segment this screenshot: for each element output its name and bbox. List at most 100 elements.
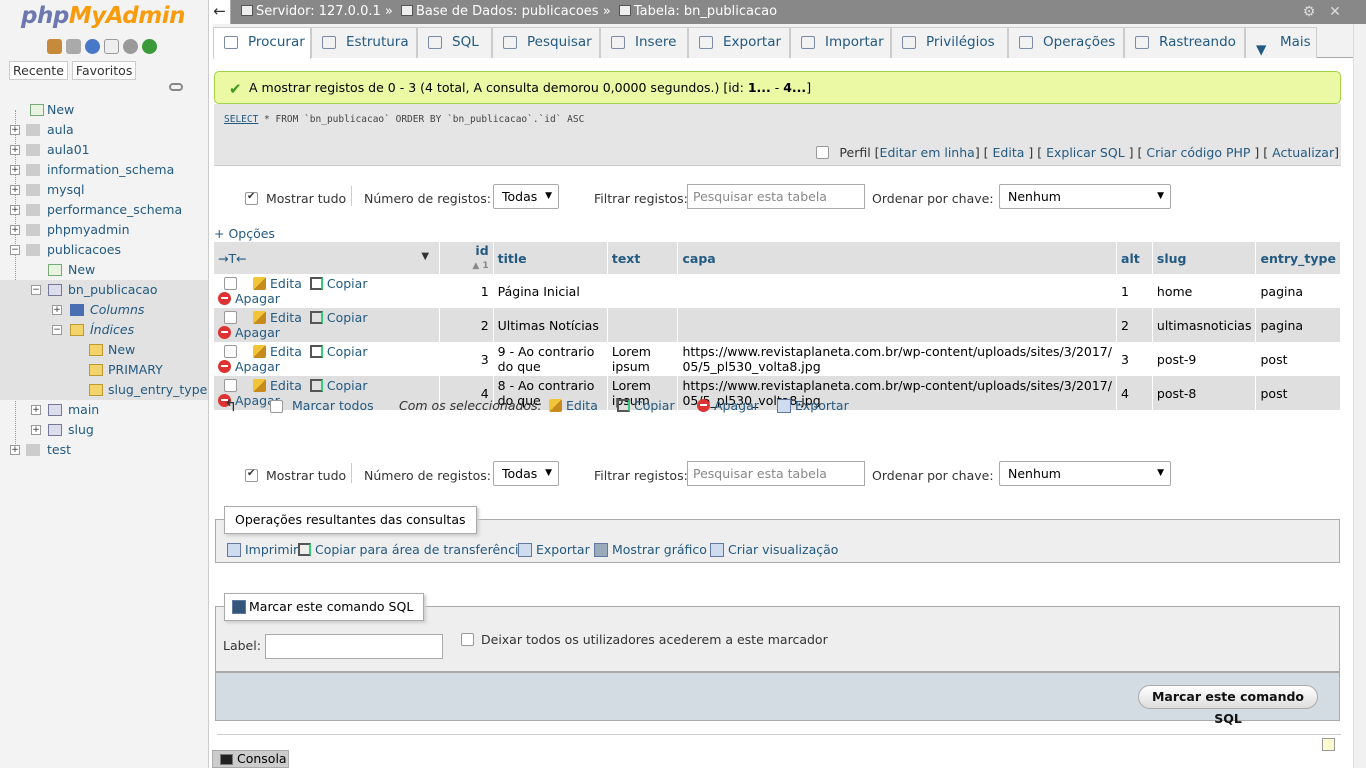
cell-slug[interactable]: post-9 [1152, 342, 1257, 376]
mark-all-label[interactable]: Marcar todos [292, 398, 374, 413]
tree-index-primary[interactable]: PRIMARY [0, 360, 208, 380]
explain-sql-link[interactable]: Explicar SQL [1046, 145, 1125, 160]
print-link[interactable]: Imprimir [227, 542, 298, 557]
show-all-checkbox[interactable] [245, 191, 258, 205]
show-all-checkbox[interactable] [245, 468, 258, 482]
cell-text[interactable] [607, 308, 679, 342]
help-icon[interactable] [85, 39, 100, 54]
tree-indexes[interactable]: − Índices [0, 320, 208, 340]
breadcrumb-table[interactable]: Tabela: bn_publicacao [634, 4, 777, 19]
bookmark-submit-button[interactable]: Marcar este comando SQL [1138, 685, 1318, 726]
row-checkbox[interactable] [224, 345, 237, 358]
tree-db-test[interactable]: + test [0, 440, 208, 460]
cell-text[interactable] [607, 274, 679, 308]
tree-table-main[interactable]: + main [0, 400, 208, 420]
tab-operations[interactable]: Operações [1008, 27, 1124, 58]
collapse-nav-button[interactable]: ← [209, 0, 231, 24]
create-php-code-link[interactable]: Criar código PHP [1146, 145, 1250, 160]
copy-row-button[interactable]: Copiar [309, 276, 367, 291]
settings-icon[interactable] [123, 39, 138, 54]
bookmark-label-input[interactable] [265, 634, 443, 659]
tab-insert[interactable]: Insere [600, 27, 688, 58]
tree-publicacoes-new-table[interactable]: New [0, 260, 208, 280]
cell-title[interactable]: Página Inicial [493, 274, 608, 308]
tree-db-aula[interactable]: + aula [0, 120, 208, 140]
header-text[interactable]: text [607, 242, 679, 274]
header-entry-type[interactable]: entry_type [1255, 242, 1341, 274]
cell-text[interactable]: Lorem ipsum [607, 342, 679, 376]
vertical-scrollbar[interactable] [1353, 24, 1366, 768]
edit-row-button[interactable]: Edita [253, 310, 302, 325]
cell-alt[interactable]: 1 [1116, 274, 1153, 308]
phpmyadmin-logo[interactable]: phpMyAdmin [21, 3, 185, 29]
edit-row-button[interactable]: Edita [253, 276, 302, 291]
edit-inline-link[interactable]: Editar em linha [880, 145, 975, 160]
refresh-link[interactable]: Actualizar [1272, 145, 1334, 160]
num-records-select[interactable]: Todas ▼ [493, 461, 559, 486]
gear-icon[interactable]: ⚙ [1301, 4, 1317, 20]
tab-browse[interactable]: Procurar [213, 27, 311, 59]
row-checkbox[interactable] [224, 311, 237, 324]
cell-entry-type[interactable]: pagina [1255, 274, 1341, 308]
export-link[interactable]: Exportar [518, 542, 590, 557]
create-view-link[interactable]: Criar visualização [710, 542, 838, 557]
cell-id[interactable]: 1 [439, 274, 494, 308]
console-button[interactable]: Consola [212, 750, 289, 768]
cell-capa[interactable] [677, 308, 1118, 342]
tree-db-aula01[interactable]: + aula01 [0, 140, 208, 160]
delete-row-button[interactable]: Apagar [218, 359, 280, 374]
tab-privileges[interactable]: Privilégios [891, 27, 1008, 58]
notepad-icon[interactable] [1322, 738, 1335, 751]
breadcrumb-server[interactable]: Servidor: 127.0.0.1 » [256, 4, 393, 19]
header-alt[interactable]: alt [1116, 242, 1153, 274]
chevron-down-icon[interactable]: ▼ [421, 251, 429, 262]
header-title[interactable]: title [493, 242, 608, 274]
copy-row-button[interactable]: Copiar [309, 378, 367, 393]
edit-row-button[interactable]: Edita [253, 378, 302, 393]
recent-button[interactable]: Recente [9, 61, 68, 80]
order-by-select[interactable]: Nenhum ▼ [999, 184, 1171, 209]
link-icon[interactable] [169, 83, 183, 91]
filter-input[interactable]: Pesquisar esta tabela [687, 461, 865, 486]
sql-query-text[interactable]: SELECT * FROM `bn_publicacao` ORDER BY `… [224, 114, 584, 125]
edit-sql-link[interactable]: Edita [993, 145, 1025, 160]
delete-row-button[interactable]: Apagar [218, 325, 280, 340]
delete-row-button[interactable]: Apagar [218, 291, 280, 306]
tab-export[interactable]: Exportar [688, 27, 790, 58]
cell-entry-type[interactable]: post [1255, 342, 1341, 376]
row-checkbox[interactable] [224, 277, 237, 290]
cell-title[interactable]: 9 - Ao contrario do que [493, 342, 608, 376]
bulk-delete-button[interactable]: Apagar [697, 398, 759, 413]
cell-title[interactable]: Ultimas Notícias [493, 308, 608, 342]
row-checkbox[interactable] [224, 379, 237, 392]
cell-alt[interactable]: 3 [1116, 342, 1153, 376]
tab-structure[interactable]: Estrutura [311, 27, 417, 58]
copy-to-clipboard-link[interactable]: Copiar para área de transferência [298, 542, 526, 557]
profiling-checkbox[interactable] [816, 146, 830, 159]
cell-capa[interactable] [677, 274, 1118, 308]
tab-more[interactable]: ▼ Mais [1245, 27, 1317, 58]
header-id[interactable]: id ▲ 1 [439, 242, 494, 274]
options-link[interactable]: + Opções [214, 226, 275, 241]
favorites-button[interactable]: Favoritos [71, 61, 137, 80]
tree-new-database[interactable]: New [0, 100, 208, 120]
tree-index-slug-entry-type[interactable]: slug_entry_type [0, 380, 208, 400]
cell-slug[interactable]: ultimasnoticias [1152, 308, 1257, 342]
copy-row-button[interactable]: Copiar [309, 310, 367, 325]
tab-tracking[interactable]: Rastreando [1124, 27, 1245, 58]
cell-id[interactable]: 2 [439, 308, 494, 342]
edit-row-button[interactable]: Edita [253, 344, 302, 359]
cell-slug[interactable]: home [1152, 274, 1257, 308]
tree-db-performance-schema[interactable]: + performance_schema [0, 200, 208, 220]
bulk-export-button[interactable]: Exportar [777, 398, 849, 413]
cell-id[interactable]: 3 [439, 342, 494, 376]
close-icon[interactable]: ✕ [1327, 4, 1343, 20]
filter-input[interactable]: Pesquisar esta tabela [687, 184, 865, 209]
tree-table-bn-publicacao[interactable]: − bn_publicacao [0, 280, 208, 300]
bookmark-share-checkbox[interactable] [461, 633, 474, 646]
tab-search[interactable]: Pesquisar [492, 27, 600, 58]
tab-import[interactable]: Importar [790, 27, 891, 58]
docs-icon[interactable] [104, 39, 119, 54]
bulk-edit-button[interactable]: Edita [549, 398, 598, 413]
header-slug[interactable]: slug [1152, 242, 1257, 274]
